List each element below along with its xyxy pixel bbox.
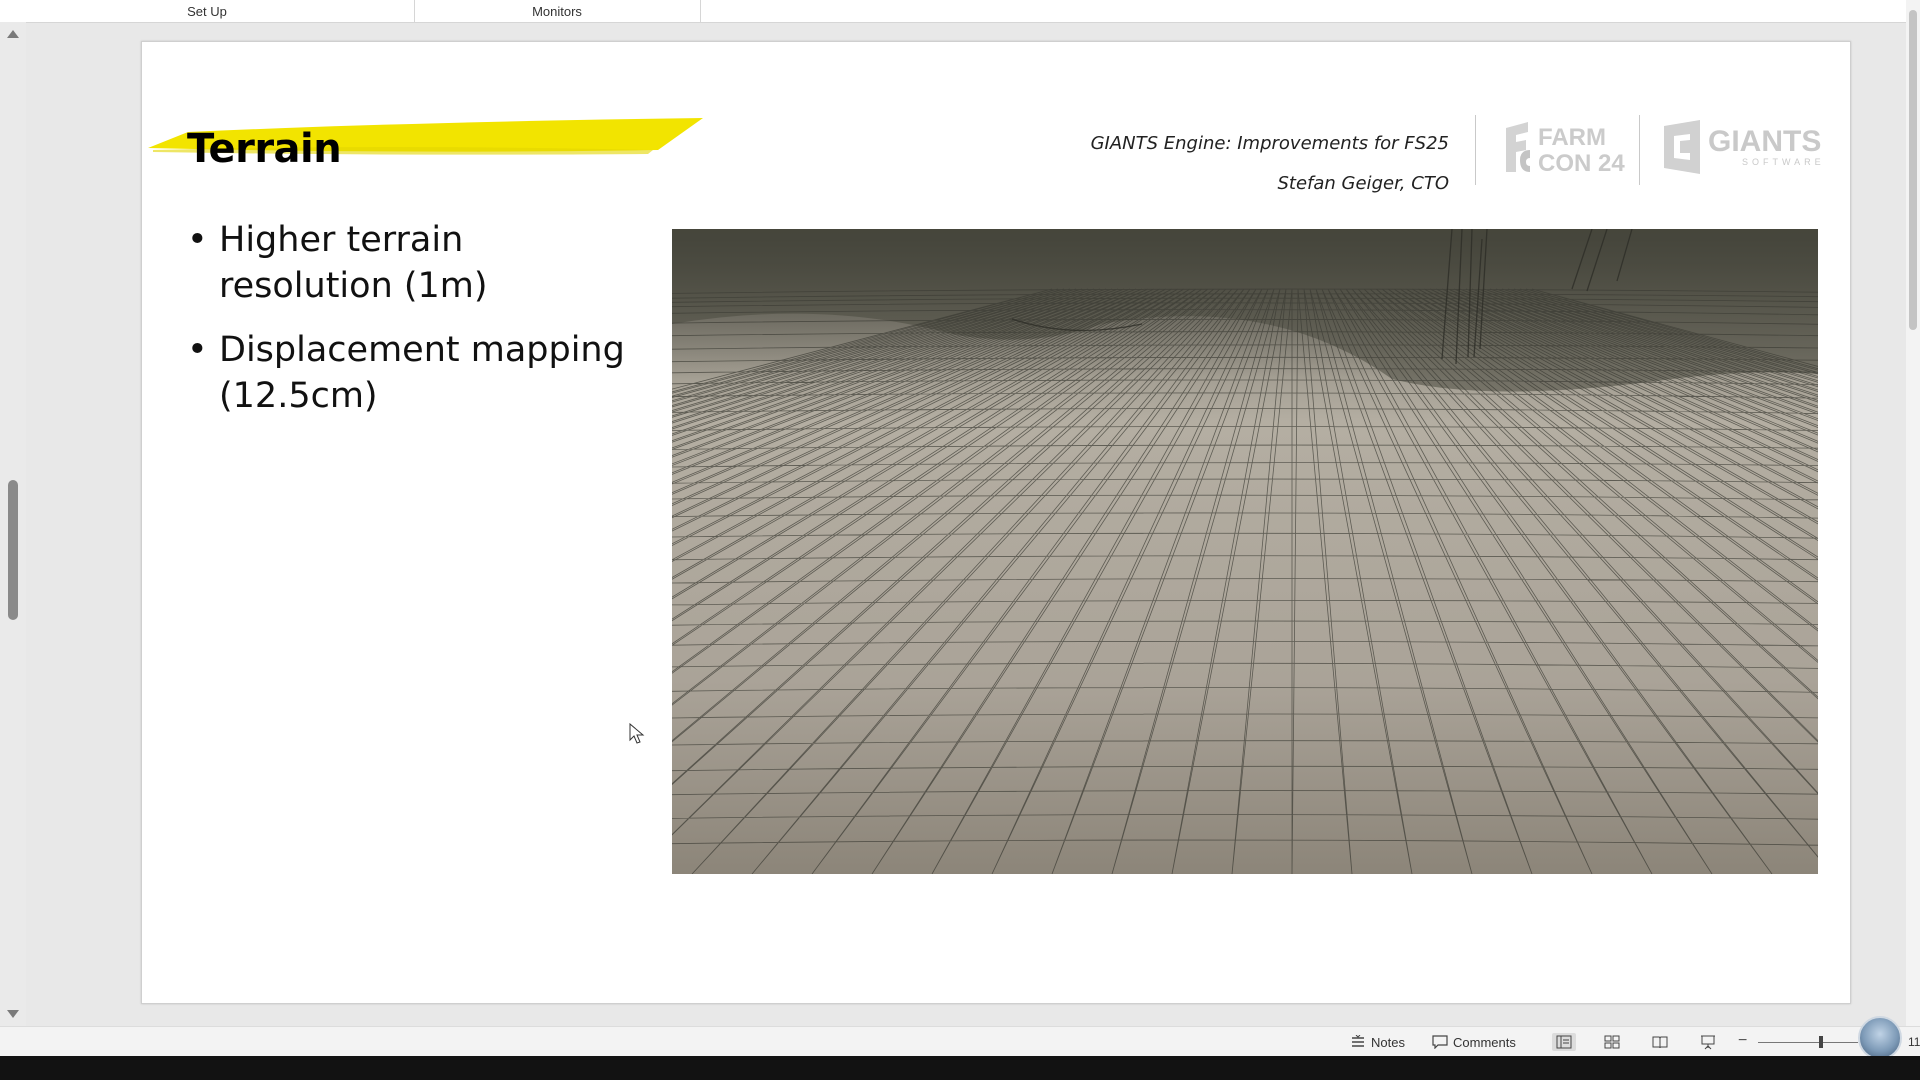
slide-canvas[interactable]: Terrain GIANTS Engine: Improvements for … bbox=[141, 41, 1851, 1004]
slide-sorter-button[interactable] bbox=[1600, 1033, 1624, 1051]
comments-label: Comments bbox=[1453, 1034, 1516, 1050]
reading-view-button[interactable] bbox=[1648, 1033, 1672, 1051]
normal-view-icon bbox=[1556, 1035, 1572, 1049]
projector-screen-icon bbox=[1701, 1035, 1715, 1050]
mouse-cursor-icon bbox=[629, 723, 645, 744]
comment-icon bbox=[1432, 1035, 1448, 1049]
zoom-slider-track[interactable] bbox=[1758, 1042, 1858, 1043]
notes-label: Notes bbox=[1371, 1034, 1405, 1050]
bullet-text: Higher terrain resolution (1m) bbox=[219, 220, 488, 306]
slide-scrollbar[interactable] bbox=[1906, 0, 1920, 1026]
header-divider bbox=[1475, 115, 1476, 185]
thumbnail-pane-scrollbar[interactable] bbox=[0, 22, 26, 1026]
taskbar-strip bbox=[0, 1056, 1920, 1080]
normal-view-button[interactable] bbox=[1552, 1033, 1576, 1051]
terrain-wireframe-image bbox=[672, 229, 1818, 874]
presenter-name: Stefan Geiger, CTO bbox=[1277, 173, 1449, 194]
scrollbar-thumb[interactable] bbox=[1909, 10, 1917, 330]
giants-software-logo: GIANTS SOFTWARE bbox=[1664, 120, 1822, 174]
farmcon-logo-top: FARM bbox=[1538, 124, 1606, 151]
scrollbar-thumb[interactable] bbox=[8, 480, 18, 620]
bullet-text: Displacement mapping (12.5cm) bbox=[219, 330, 625, 416]
header-divider bbox=[1639, 115, 1640, 185]
zoom-slider-thumb[interactable] bbox=[1819, 1036, 1823, 1048]
bullet-list: • Higher terrain resolution (1m) • Displ… bbox=[187, 217, 637, 437]
scroll-up-arrow-icon[interactable] bbox=[7, 30, 19, 38]
avatar[interactable] bbox=[1858, 1016, 1902, 1060]
comments-button[interactable]: Comments bbox=[1432, 1027, 1516, 1057]
zoom-percentage[interactable]: 11 bbox=[1908, 1035, 1920, 1049]
status-bar: Notes Comments − 11 bbox=[0, 1026, 1920, 1057]
ribbon-group-monitors[interactable]: Monitors bbox=[414, 0, 701, 22]
grid-view-icon bbox=[1604, 1035, 1620, 1049]
bullet-item: • Displacement mapping (12.5cm) bbox=[187, 327, 637, 419]
scroll-down-arrow-icon[interactable] bbox=[7, 1010, 19, 1018]
slide-title: Terrain bbox=[187, 126, 342, 172]
presentation-header: GIANTS Engine: Improvements for FS25 Ste… bbox=[1091, 124, 1449, 204]
notes-button[interactable]: Notes bbox=[1350, 1027, 1405, 1057]
ribbon-strip: Set Up Monitors bbox=[0, 0, 1920, 23]
presentation-subtitle: GIANTS Engine: Improvements for FS25 bbox=[1090, 133, 1449, 154]
farmcon-logo-bottom: CON 24 bbox=[1538, 150, 1625, 174]
zoom-out-button[interactable]: − bbox=[1738, 1032, 1747, 1050]
farmcon-logo: FARM CON 24 bbox=[1506, 122, 1625, 174]
bullet-item: • Higher terrain resolution (1m) bbox=[187, 217, 637, 309]
giants-logo-wordmark: GIANTS bbox=[1708, 125, 1821, 158]
bullet-dot-icon: • bbox=[187, 330, 208, 370]
ribbon-group-set-up[interactable]: Set Up bbox=[0, 0, 415, 22]
ribbon-group-label: Monitors bbox=[532, 3, 582, 19]
bullet-dot-icon: • bbox=[187, 220, 208, 260]
giants-logo-subtext: SOFTWARE bbox=[1742, 157, 1822, 167]
slideshow-button[interactable] bbox=[1696, 1033, 1720, 1051]
ribbon-group-label: Set Up bbox=[187, 3, 227, 19]
book-icon bbox=[1652, 1036, 1668, 1049]
notes-icon bbox=[1352, 1035, 1364, 1047]
